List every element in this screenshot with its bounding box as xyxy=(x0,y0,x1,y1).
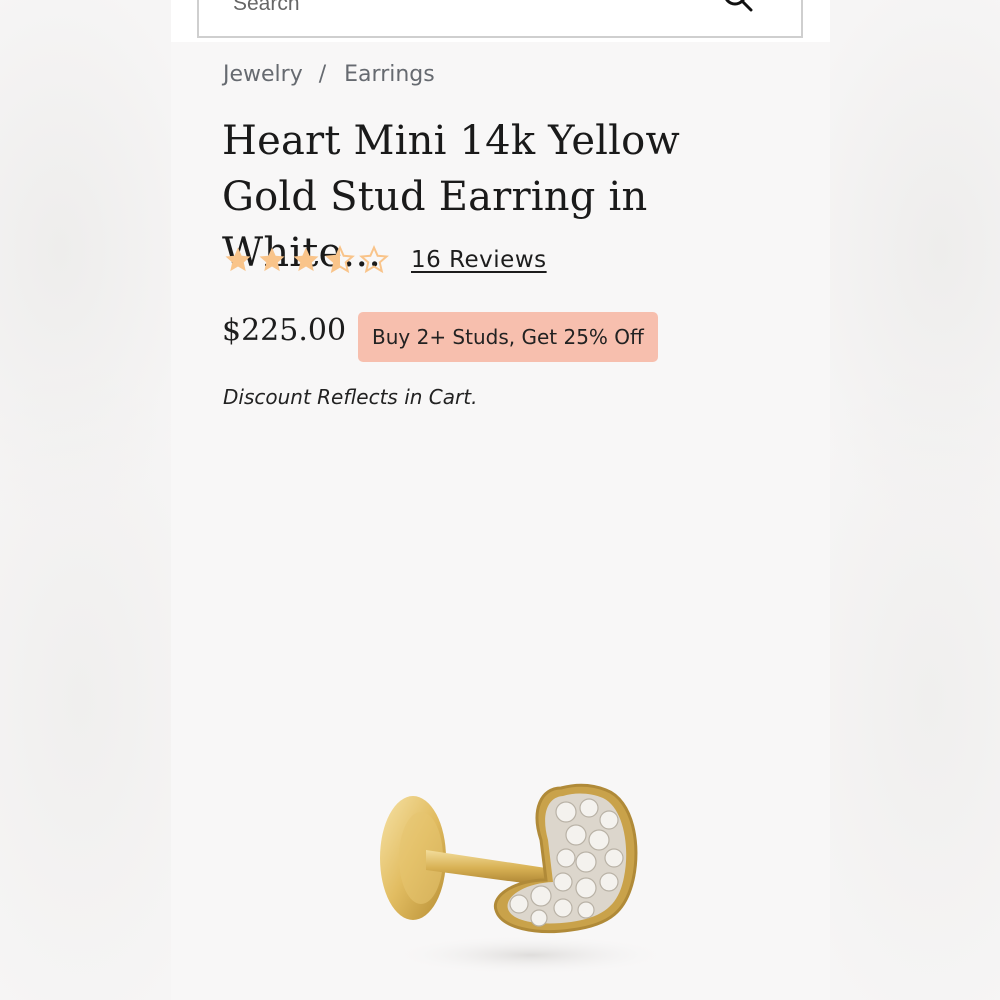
star-empty-icon xyxy=(359,245,389,274)
shadow xyxy=(391,935,671,975)
rating-stars xyxy=(223,245,389,275)
breadcrumb-item-earrings[interactable]: Earrings xyxy=(344,62,435,87)
promo-badge: Buy 2+ Studs, Get 25% Off xyxy=(358,312,658,362)
star-half-icon xyxy=(325,245,355,274)
search-bar xyxy=(171,0,830,42)
star-full-icon xyxy=(225,247,251,272)
search-box[interactable] xyxy=(197,0,803,38)
star-full-icon xyxy=(259,247,285,272)
reviews-link[interactable]: 16 Reviews xyxy=(411,247,547,273)
breadcrumb: Jewelry / Earrings xyxy=(223,62,435,87)
product-rating: 16 Reviews xyxy=(223,240,547,280)
star-full-icon xyxy=(293,247,319,272)
breadcrumb-separator: / xyxy=(318,62,327,87)
search-input[interactable] xyxy=(233,0,693,18)
product-image[interactable] xyxy=(371,770,671,980)
discount-note: Discount Reflects in Cart. xyxy=(223,385,478,409)
product-page: Jewelry/Earrings Heart Mini 14k Yellow G… xyxy=(171,0,830,1000)
product-price: $225.00 xyxy=(222,313,347,348)
search-icon[interactable] xyxy=(721,0,755,16)
breadcrumb-item-jewelry[interactable]: Jewelry xyxy=(223,62,303,87)
